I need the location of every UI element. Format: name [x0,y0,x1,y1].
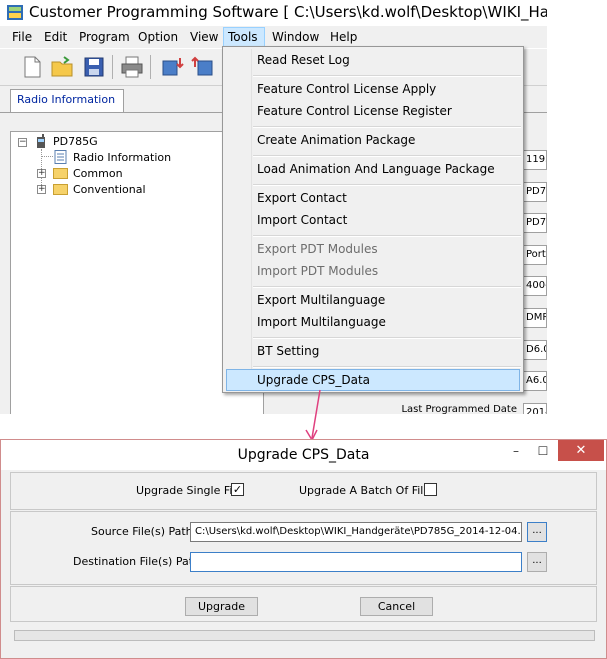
info-value-field: 2014 [523,403,547,414]
menu-separator [253,155,521,157]
info-value-field: DMR [523,308,547,328]
upgrade-cps-data-dialog: Upgrade CPS_Data – ☐ ✕ Upgrade Single Fi… [0,439,607,659]
expand-icon[interactable]: + [37,169,46,178]
print-icon[interactable] [120,55,144,79]
menu-item-feature-license-apply[interactable]: Feature Control License Apply [257,82,436,96]
menu-option[interactable]: Option [134,27,182,47]
batch-files-checkbox[interactable] [424,483,437,496]
write-radio-icon[interactable] [191,55,215,79]
destination-browse-button[interactable]: ... [527,552,547,572]
upgrade-progress-bar [14,630,595,641]
info-value-field: 400- [523,276,547,296]
source-path-label: Source File(s) Path [91,525,193,538]
new-file-icon[interactable] [20,55,44,79]
menu-item-upgrade-cps-data[interactable]: Upgrade CPS_Data [257,373,370,387]
app-icon [7,5,23,20]
menu-gutter [251,49,252,390]
dialog-title-bar: Upgrade CPS_Data – ☐ ✕ [1,440,606,470]
menu-item-bt-setting[interactable]: BT Setting [257,344,319,358]
menu-view[interactable]: View [186,27,222,47]
open-folder-icon[interactable] [50,55,74,79]
menu-item-read-reset-log[interactable]: Read Reset Log [257,53,350,67]
folder-icon [53,184,68,195]
maximize-button[interactable]: ☐ [529,440,557,462]
destination-path-label: Destination File(s) Path [73,555,200,568]
menu-item-export-contact[interactable]: Export Contact [257,191,347,205]
menu-separator [253,286,521,288]
connector-arrow-icon [305,389,321,442]
menu-item-import-pdt-modules: Import PDT Modules [257,264,379,278]
menu-separator [253,337,521,339]
upgrade-button[interactable]: Upgrade [185,597,258,616]
document-icon [54,150,67,164]
action-group [10,586,597,622]
read-radio-icon[interactable] [160,55,184,79]
info-value-field: Port [523,245,547,265]
expand-icon[interactable]: + [37,185,46,194]
source-browse-button[interactable]: ... [527,522,547,542]
save-icon[interactable] [82,55,106,79]
info-value-field: 1193 [523,150,547,170]
tree-connector [41,156,53,157]
batch-files-label: Upgrade A Batch Of Files [299,484,436,497]
folder-icon [53,168,68,179]
info-value-field: D6.0 [523,340,547,360]
single-file-label: Upgrade Single File [136,484,243,497]
title-bar: Customer Programming Software [ C:\Users… [0,0,547,26]
menu-file[interactable]: File [8,27,36,47]
menu-program[interactable]: Program [75,27,134,47]
menu-separator [253,126,521,128]
last-programmed-date-label: Last Programmed Date [401,404,517,414]
menu-bar: File Edit Program Option View Tools Wind… [0,27,547,47]
menu-separator [253,75,521,77]
close-button[interactable]: ✕ [558,440,604,461]
minimize-button[interactable]: – [502,440,530,462]
tree-item-common[interactable]: Common [73,167,123,180]
menu-separator [253,366,521,368]
info-value-field: A6.0 [523,371,547,391]
destination-path-input[interactable] [190,552,522,572]
tree-root-label[interactable]: PD785G [53,135,98,148]
menu-help[interactable]: Help [326,27,361,47]
cancel-button[interactable]: Cancel [360,597,433,616]
menu-edit[interactable]: Edit [40,27,71,47]
menu-item-create-animation-package[interactable]: Create Animation Package [257,133,415,147]
menu-separator [253,235,521,237]
menu-tools[interactable]: Tools [223,27,265,47]
menu-item-export-pdt-modules: Export PDT Modules [257,242,378,256]
collapse-icon[interactable]: − [18,138,27,147]
menu-item-export-multilanguage[interactable]: Export Multilanguage [257,293,385,307]
single-file-checkbox[interactable]: ✓ [231,483,244,496]
menu-item-load-animation-language[interactable]: Load Animation And Language Package [257,162,495,176]
tools-menu-dropdown: Read Reset Log Feature Control License A… [222,46,524,393]
radio-device-icon [37,134,45,148]
info-value-field: PD78 [523,213,547,233]
window-title: Customer Programming Software [ C:\Users… [29,3,547,21]
toolbar-separator [112,55,113,79]
toolbar-separator [150,55,151,79]
menu-item-import-multilanguage[interactable]: Import Multilanguage [257,315,386,329]
tree-item-radio-information[interactable]: Radio Information [73,151,171,164]
tree-item-conventional[interactable]: Conventional [73,183,146,196]
tab-radio-information-label: Radio Information [16,93,116,106]
info-value-field: PD78 [523,182,547,202]
menu-item-feature-license-register[interactable]: Feature Control License Register [257,104,452,118]
menu-separator [253,184,521,186]
source-path-input[interactable]: C:\Users\kd.wolf\Desktop\WIKI_Handgeräte… [190,522,522,542]
menu-window[interactable]: Window [268,27,323,47]
menu-item-import-contact[interactable]: Import Contact [257,213,347,227]
